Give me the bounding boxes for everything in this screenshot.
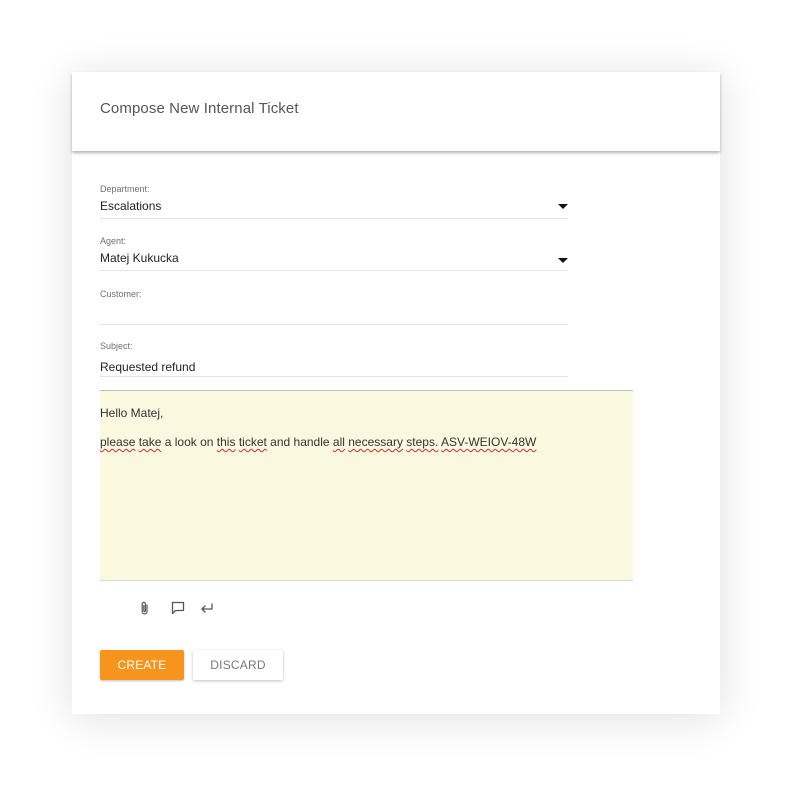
compose-ticket-card: Compose New Internal Ticket Department: … bbox=[72, 72, 720, 714]
misspelled-word: ticket bbox=[238, 435, 267, 449]
create-button[interactable]: CREATE bbox=[100, 650, 184, 680]
subject-label: Subject: bbox=[100, 341, 133, 351]
customer-label: Customer: bbox=[100, 289, 142, 299]
department-label: Department: bbox=[100, 184, 150, 194]
message-editor[interactable]: Hello Matej, please take a look on this … bbox=[100, 390, 633, 581]
misspelled-word: please bbox=[100, 435, 136, 449]
comment-icon[interactable] bbox=[170, 600, 186, 616]
editor-body: please take a look on this ticket and ha… bbox=[100, 435, 536, 449]
paperclip-icon[interactable] bbox=[137, 600, 153, 616]
reply-icon[interactable] bbox=[199, 600, 215, 616]
misspelled-word: take bbox=[138, 435, 162, 449]
customer-field[interactable]: Customer: bbox=[100, 286, 568, 325]
editor-greeting: Hello Matej, bbox=[100, 406, 164, 420]
card-title: Compose New Internal Ticket bbox=[100, 100, 299, 117]
subject-field[interactable]: Subject: Requested refund bbox=[100, 338, 568, 377]
misspelled-word: this bbox=[216, 435, 236, 449]
department-value: Escalations bbox=[100, 199, 162, 213]
chevron-down-icon[interactable] bbox=[558, 258, 568, 263]
ticket-reference: ASV-WEIOV-48W bbox=[440, 435, 537, 449]
agent-select[interactable]: Agent: Matej Kukucka bbox=[100, 232, 568, 271]
discard-button[interactable]: DISCARD bbox=[193, 650, 283, 680]
chevron-down-icon[interactable] bbox=[558, 204, 568, 209]
misspelled-word: steps. bbox=[406, 435, 439, 449]
agent-value: Matej Kukucka bbox=[100, 251, 179, 265]
subject-value: Requested refund bbox=[100, 360, 196, 374]
misspelled-word: necessary bbox=[348, 435, 403, 449]
agent-label: Agent: bbox=[100, 236, 127, 246]
editor-text: a look on bbox=[161, 435, 217, 449]
card-header: Compose New Internal Ticket bbox=[72, 72, 720, 151]
department-select[interactable]: Department: Escalations bbox=[100, 180, 568, 219]
editor-text: and handle bbox=[266, 435, 333, 449]
misspelled-word: all bbox=[332, 435, 345, 449]
